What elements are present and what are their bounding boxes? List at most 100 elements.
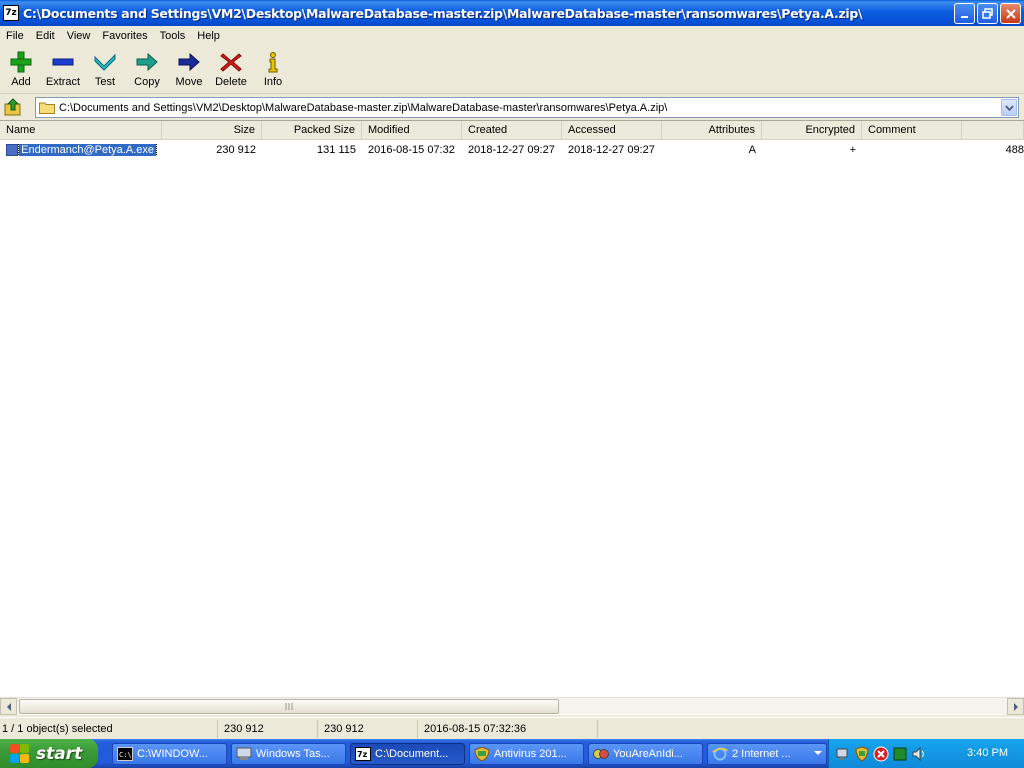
- chevron-down-icon: [1004, 104, 1014, 111]
- system-tray: 3:40 PM: [828, 739, 1024, 768]
- scroll-thumb[interactable]: [19, 699, 559, 714]
- file-extra: 488: [1005, 143, 1024, 156]
- close-icon: [1005, 8, 1016, 19]
- move-label: Move: [175, 76, 203, 88]
- add-label: Add: [11, 76, 31, 88]
- add-button[interactable]: Add: [0, 45, 42, 93]
- status-selection: 1 / 1 object(s) selected: [0, 719, 218, 738]
- copy-arrow-icon: [136, 52, 158, 72]
- task-button-console[interactable]: C:\ C:\WINDOW...: [112, 742, 227, 765]
- minimize-icon: [960, 15, 968, 18]
- task-label: 2 Internet ...: [732, 747, 791, 760]
- menu-file[interactable]: File: [0, 30, 30, 42]
- column-accessed[interactable]: Accessed: [562, 121, 662, 140]
- task-manager-icon: [236, 747, 252, 760]
- task-button-internet-explorer[interactable]: 2 Internet ...: [707, 742, 827, 765]
- file-modified: 2016-08-15 07:32: [368, 143, 455, 156]
- test-button[interactable]: Test: [84, 45, 126, 93]
- file-packed-size: 131 115: [317, 143, 356, 156]
- task-label: C:\Document...: [375, 747, 449, 760]
- task-label: Antivirus 201...: [494, 747, 567, 760]
- file-size: 230 912: [216, 143, 256, 156]
- antivirus-tray-icon[interactable]: [892, 746, 908, 762]
- column-modified[interactable]: Modified: [362, 121, 462, 140]
- file-list[interactable]: Name Size Packed Size Modified Created A…: [0, 120, 1024, 715]
- up-folder-icon[interactable]: [4, 98, 22, 116]
- test-label: Test: [94, 76, 116, 88]
- column-header: Name Size Packed Size Modified Created A…: [0, 121, 1024, 140]
- internet-explorer-icon: [712, 747, 728, 760]
- column-created[interactable]: Created: [462, 121, 562, 140]
- address-bar: C:\Documents and Settings\VM2\Desktop\Ma…: [0, 95, 1024, 119]
- 7zip-app-icon[interactable]: 7z: [3, 5, 19, 21]
- svg-text:7z: 7z: [357, 750, 368, 759]
- task-label: C:\WINDOW...: [137, 747, 208, 760]
- copy-button[interactable]: Copy: [126, 45, 168, 93]
- task-label: Windows Tas...: [256, 747, 330, 760]
- arrow-right-icon: [1013, 702, 1018, 711]
- column-comment[interactable]: Comment: [862, 121, 962, 140]
- close-button[interactable]: [1000, 3, 1021, 24]
- menu-favorites[interactable]: Favorites: [96, 30, 153, 42]
- file-created: 2018-12-27 09:27: [468, 143, 555, 156]
- file-name-cell[interactable]: Endermanch@Petya.A.exe: [0, 143, 162, 156]
- menu-tools[interactable]: Tools: [154, 30, 192, 42]
- 7zip-icon: 7z: [355, 746, 371, 761]
- minimize-button[interactable]: [954, 3, 975, 24]
- network-icon[interactable]: [835, 746, 851, 762]
- console-icon: C:\: [117, 746, 133, 761]
- file-encrypted: +: [849, 143, 856, 156]
- check-icon: [94, 53, 116, 71]
- extract-button[interactable]: Extract: [42, 45, 84, 93]
- menu-help[interactable]: Help: [191, 30, 226, 42]
- column-attributes[interactable]: Attributes: [662, 121, 762, 140]
- menu-edit[interactable]: Edit: [30, 30, 61, 42]
- exe-file-icon: [6, 143, 19, 156]
- smiley-icon: [593, 748, 609, 759]
- info-button[interactable]: Info: [252, 45, 294, 93]
- address-dropdown-button[interactable]: [1001, 99, 1017, 116]
- taskbar: start C:\ C:\WINDOW... Windows Tas... 7z…: [0, 739, 1024, 768]
- plus-icon: [10, 51, 32, 73]
- status-packed: 230 912: [318, 719, 418, 738]
- start-button[interactable]: start: [0, 739, 98, 768]
- extract-label: Extract: [45, 76, 81, 88]
- address-path[interactable]: C:\Documents and Settings\VM2\Desktop\Ma…: [59, 102, 667, 114]
- menu-view[interactable]: View: [61, 30, 97, 42]
- address-combobox[interactable]: C:\Documents and Settings\VM2\Desktop\Ma…: [35, 97, 1019, 118]
- task-button-7zip[interactable]: 7z C:\Document...: [350, 742, 465, 765]
- scroll-left-button[interactable]: [0, 698, 17, 715]
- task-label: YouAreAnIdi...: [613, 747, 683, 760]
- clock[interactable]: 3:40 PM: [967, 747, 1008, 759]
- status-size: 230 912: [218, 719, 318, 738]
- task-button-youareanidiot[interactable]: YouAreAnIdi...: [588, 742, 703, 765]
- volume-icon[interactable]: [911, 746, 927, 762]
- column-extra[interactable]: [962, 121, 1024, 140]
- column-packed-size[interactable]: Packed Size: [262, 121, 362, 140]
- move-button[interactable]: Move: [168, 45, 210, 93]
- title-bar[interactable]: 7z C:\Documents and Settings\VM2\Desktop…: [0, 0, 1024, 26]
- windows-logo-icon: [10, 743, 30, 764]
- minus-icon: [52, 58, 74, 66]
- maximize-button[interactable]: [977, 3, 998, 24]
- column-name[interactable]: Name: [0, 121, 162, 140]
- window-title: C:\Documents and Settings\VM2\Desktop\Ma…: [23, 5, 863, 21]
- scroll-right-button[interactable]: [1007, 698, 1024, 715]
- table-row[interactable]: Endermanch@Petya.A.exe 230 912 131 115 2…: [0, 141, 1024, 158]
- task-button-task-manager[interactable]: Windows Tas...: [231, 742, 346, 765]
- horizontal-scrollbar[interactable]: [0, 697, 1024, 715]
- restore-icon: [982, 8, 993, 19]
- task-button-antivirus[interactable]: Antivirus 201...: [469, 742, 584, 765]
- column-size[interactable]: Size: [162, 121, 262, 140]
- start-label: start: [36, 743, 83, 764]
- security-alert-icon[interactable]: [873, 746, 889, 762]
- security-shield-icon[interactable]: [854, 745, 870, 762]
- delete-button[interactable]: Delete: [210, 45, 252, 93]
- column-encrypted[interactable]: Encrypted: [762, 121, 862, 140]
- chevron-down-icon: [814, 751, 822, 755]
- file-name[interactable]: Endermanch@Petya.A.exe: [18, 143, 157, 156]
- arrow-left-icon: [6, 702, 11, 711]
- delete-label: Delete: [215, 76, 247, 88]
- delete-x-icon: [220, 53, 242, 72]
- menu-bar: File Edit View Favorites Tools Help: [0, 26, 1024, 45]
